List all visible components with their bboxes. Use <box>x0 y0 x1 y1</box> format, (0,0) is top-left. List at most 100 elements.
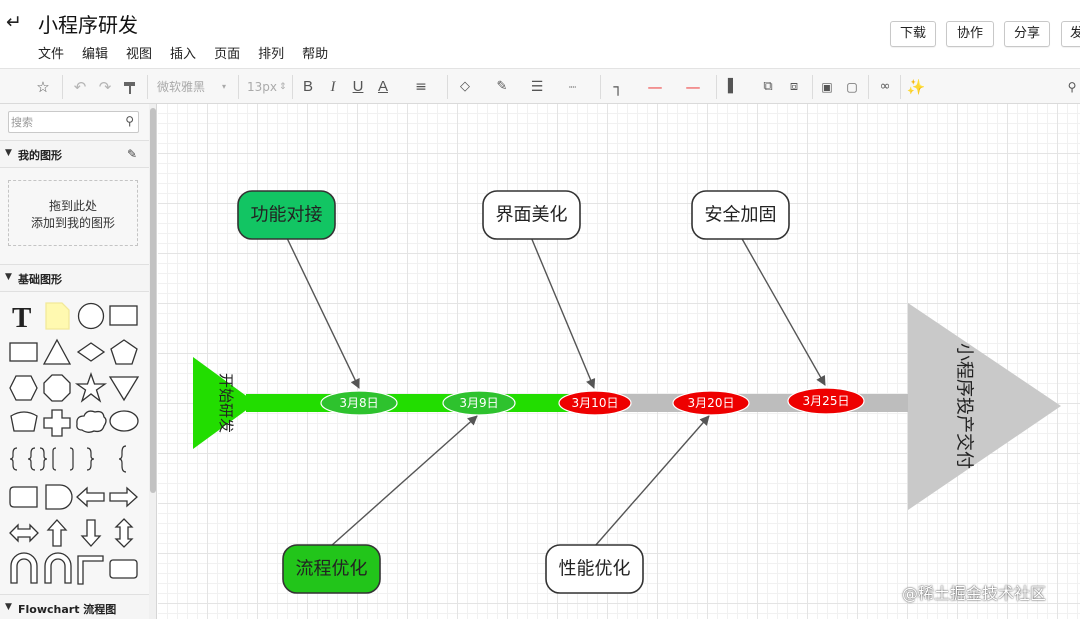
line-style-icon[interactable]: ┈ <box>562 69 584 105</box>
up-arrow-shape-icon[interactable] <box>46 519 68 547</box>
hexagon-shape-icon[interactable] <box>9 375 38 401</box>
connector-arrow[interactable] <box>530 236 596 389</box>
send-back-icon[interactable]: ⧈ <box>784 69 804 105</box>
connector-icon[interactable]: ┐ <box>608 69 628 105</box>
fill-color-icon[interactable]: ◇ <box>455 69 475 105</box>
task-box[interactable]: 界面美化 <box>482 190 581 240</box>
card-shape-icon[interactable] <box>10 411 38 432</box>
task-box[interactable]: 流程优化 <box>282 544 381 594</box>
note-shape-icon[interactable] <box>45 302 70 330</box>
bracket-pair-icon[interactable] <box>52 447 74 471</box>
connector-arrow[interactable] <box>740 236 826 386</box>
bring-front-icon[interactable]: ⧉ <box>758 69 778 105</box>
bold-icon[interactable]: B <box>300 69 316 105</box>
align-left-icon[interactable]: ▌ <box>724 69 742 105</box>
connector-arrow[interactable] <box>285 235 360 389</box>
unlock-icon[interactable]: ▢ <box>843 69 861 105</box>
cross-shape-icon[interactable] <box>43 409 71 437</box>
inverted-triangle-shape-icon[interactable] <box>108 376 140 402</box>
cloud-shape-icon[interactable] <box>76 410 107 433</box>
rounded-rectangle-shape-icon[interactable] <box>109 559 138 579</box>
menu-view[interactable]: 视图 <box>126 43 152 62</box>
corner-shape-icon[interactable] <box>77 555 104 585</box>
milestone-node[interactable]: 3月8日 <box>320 390 398 416</box>
rectangle-shape-icon[interactable] <box>109 305 138 326</box>
rounded-rectangle-shape-icon[interactable] <box>9 486 38 508</box>
download-button[interactable]: 下载 <box>890 21 936 47</box>
pentagon-shape-icon[interactable] <box>110 339 138 365</box>
brace-pair-icon[interactable] <box>27 447 48 471</box>
back-arrow-icon[interactable]: ↵ <box>6 10 28 34</box>
section-basic-shapes[interactable]: ▼ 基础图形 <box>0 264 149 292</box>
format-painter-clear-icon[interactable]: ☆ <box>32 69 54 105</box>
lock-icon[interactable]: ▣ <box>818 69 836 105</box>
menu-help[interactable]: 帮助 <box>302 43 328 62</box>
edit-icon[interactable]: ✎ <box>127 147 137 161</box>
sidebar-scrollbar-thumb[interactable] <box>150 108 156 493</box>
brace-left-icon[interactable] <box>118 445 127 473</box>
circle-shape-icon[interactable] <box>77 302 105 330</box>
redo-icon[interactable]: ↷ <box>95 69 115 105</box>
drawing-canvas[interactable]: 开始研发 小程序投产交付 3月8日 3月9日 3月10日 3月20日 3月25日… <box>158 104 1080 619</box>
u-turn-arrow-shape-icon[interactable] <box>10 552 38 584</box>
delay-shape-icon[interactable] <box>45 484 73 510</box>
triangle-shape-icon[interactable] <box>42 338 72 365</box>
double-arrow-shape-icon[interactable] <box>9 523 39 543</box>
align-icon[interactable]: ≡ <box>410 69 432 105</box>
section-flowchart[interactable]: ▼ Flowchart 流程图 <box>0 594 149 619</box>
my-shapes-drop-zone[interactable]: 拖到此处 添加到我的图形 <box>8 180 138 246</box>
sidebar-scrollbar[interactable] <box>149 104 156 619</box>
search-icon[interactable]: ⚲ <box>1064 69 1080 105</box>
milestone-node[interactable]: 3月25日 <box>787 387 865 415</box>
format-brush-icon[interactable] <box>120 69 140 105</box>
font-color-icon[interactable]: A <box>374 69 392 105</box>
share-button[interactable]: 分享 <box>1004 21 1050 47</box>
search-icon[interactable]: ⚲ <box>125 114 134 128</box>
connector-arrow[interactable] <box>330 415 478 547</box>
menu-file[interactable]: 文件 <box>38 43 64 62</box>
connector-arrow[interactable] <box>594 415 710 547</box>
font-size-select[interactable]: 13px <box>247 69 277 105</box>
milestone-node[interactable]: 3月9日 <box>442 390 516 416</box>
star-shape-icon[interactable] <box>74 372 108 403</box>
font-family-select[interactable]: 微软雅黑 <box>157 69 227 105</box>
publish-button[interactable]: 发 <box>1061 21 1080 47</box>
milestone-node[interactable]: 3月10日 <box>558 390 632 416</box>
fish-tail-end[interactable] <box>908 303 1061 510</box>
shape-search-input[interactable] <box>11 114 119 130</box>
menu-arrange[interactable]: 排列 <box>258 43 284 62</box>
menu-edit[interactable]: 编辑 <box>82 43 108 62</box>
text-shape-icon[interactable]: T <box>12 302 31 334</box>
right-arrow-shape-icon[interactable] <box>109 486 138 508</box>
line-width-icon[interactable]: ☰ <box>526 69 548 105</box>
link-icon[interactable]: ∞ <box>876 69 894 105</box>
collaborate-button[interactable]: 协作 <box>946 21 994 47</box>
down-arrow-shape-icon[interactable] <box>80 519 102 547</box>
milestone-node[interactable]: 3月20日 <box>672 390 750 416</box>
diamond-shape-icon[interactable] <box>76 342 106 362</box>
octagon-shape-icon[interactable] <box>43 374 71 402</box>
left-arrow-shape-icon[interactable] <box>76 486 105 508</box>
italic-icon[interactable]: I <box>325 69 341 105</box>
section-my-shapes[interactable]: ▼ 我的图形 ✎ <box>0 140 149 168</box>
task-box[interactable]: 安全加固 <box>691 190 790 240</box>
underline-icon[interactable]: U <box>350 69 366 105</box>
line-start-icon[interactable]: — <box>640 69 670 105</box>
line-color-icon[interactable]: ✎ <box>492 69 512 105</box>
line-end-icon[interactable]: — <box>678 69 708 105</box>
undo-icon[interactable]: ↶ <box>70 69 90 105</box>
menu-page[interactable]: 页面 <box>214 43 240 62</box>
rectangle-shape-icon[interactable] <box>9 342 38 362</box>
brace-right-icon[interactable] <box>86 447 95 471</box>
task-box[interactable]: 功能对接 <box>237 190 336 240</box>
spine-pending[interactable] <box>621 394 911 412</box>
magic-wand-icon[interactable]: ✨ <box>906 69 926 105</box>
vertical-double-arrow-shape-icon[interactable] <box>114 518 134 548</box>
document-title[interactable]: 小程序研发 <box>38 9 138 38</box>
menu-insert[interactable]: 插入 <box>170 43 196 62</box>
brace-left-icon[interactable] <box>9 447 18 471</box>
u-turn-arrow-shape-icon[interactable] <box>44 552 72 584</box>
ellipse-shape-icon[interactable] <box>109 410 139 432</box>
task-box[interactable]: 性能优化 <box>545 544 644 594</box>
stepper-icon[interactable]: ⇕ <box>279 69 289 105</box>
